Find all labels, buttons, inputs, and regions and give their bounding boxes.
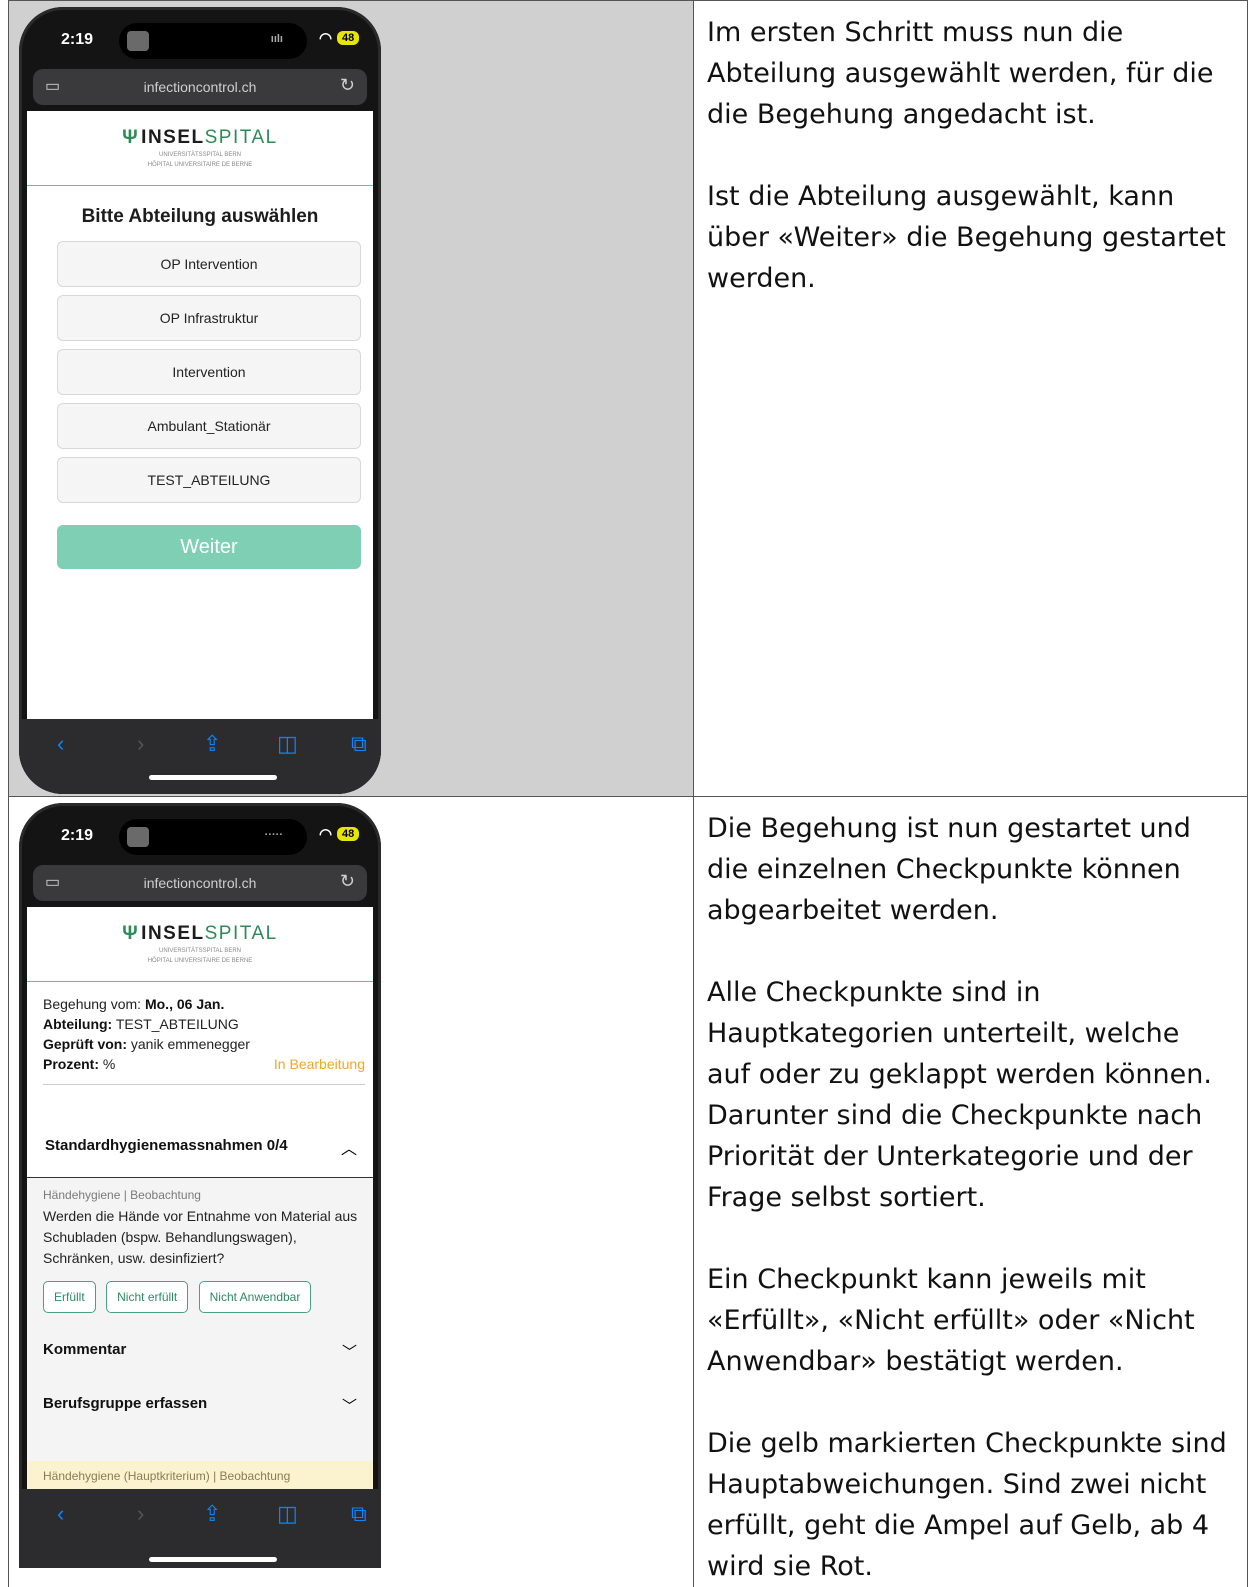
back-icon[interactable]: ‹ [57, 731, 64, 757]
share-icon[interactable]: ⇪ [203, 1501, 221, 1527]
department-option[interactable]: Intervention [57, 349, 361, 395]
page-title: Bitte Abteilung auswählen [27, 206, 373, 228]
description-paragraph: Ein Checkpunkt kann jeweils mit «Erfüllt… [694, 1259, 1247, 1382]
begehung-label: Begehung vom: [43, 996, 141, 1012]
web-page: ΨINSELSPITAL UNIVERSITÄTSSPITAL BERN HÔP… [27, 907, 373, 1568]
department-option[interactable]: Ambulant_Stationär [57, 403, 361, 449]
nicht-anwendbar-button[interactable]: Nicht Anwendbar [199, 1281, 312, 1313]
checkpoint-category: Händehygiene | Beobachtung [43, 1188, 363, 1202]
forward-icon[interactable]: › [137, 1501, 144, 1527]
address-bar[interactable]: ▭ infectioncontrol.ch ↻ [33, 69, 367, 105]
insel-logo-icon: Ψ [122, 127, 139, 148]
status-time: 2:19 [61, 31, 93, 49]
spacer [27, 1435, 373, 1461]
chevron-down-icon[interactable]: ﹀ [342, 1395, 357, 1416]
url-text: infectioncontrol.ch [33, 875, 367, 891]
logo-name-b: SPITAL [205, 923, 278, 944]
status-badge: In Bearbeitung [274, 1054, 365, 1074]
address-bar[interactable]: ▭ infectioncontrol.ch ↻ [33, 865, 367, 901]
kommentar-label: Kommentar [43, 1341, 126, 1358]
checkpoint-card: Händehygiene | Beobachtung Werden die Hä… [27, 1178, 373, 1327]
table-row: 2:19 ····· ◠ 48 ▭ infectioncontrol.ch ↻ … [9, 797, 1248, 1587]
bookmarks-icon[interactable]: ◫ [277, 1501, 298, 1527]
status-bar: 2:19 ıılı ◠ 48 [19, 7, 381, 69]
description-paragraph: Ist die Abteilung ausgewählt, kann über … [694, 176, 1247, 299]
bookmarks-icon[interactable]: ◫ [277, 731, 298, 757]
phone-screenshot: 2:19 ıılı ◠ 48 ▭ infectioncontrol.ch ↻ Ψ… [19, 7, 381, 794]
home-indicator [149, 1557, 277, 1562]
logo-name-a: INSEL [141, 127, 204, 148]
logo-subtitle-2: HÔPITAL UNIVERSITAIRE DE BERNE [27, 162, 373, 169]
prozent-value: % [103, 1056, 115, 1072]
battery-indicator: 48 [337, 31, 359, 45]
department-option[interactable]: OP Infrastruktur [57, 295, 361, 341]
status-bar: 2:19 ····· ◠ 48 [19, 803, 381, 865]
department-option[interactable]: TEST_ABTEILUNG [57, 457, 361, 503]
logo-subtitle-1: UNIVERSITÄTSSPITAL BERN [27, 152, 373, 159]
chevron-down-icon[interactable]: ﹀ [342, 1341, 357, 1362]
phone-screenshot: 2:19 ····· ◠ 48 ▭ infectioncontrol.ch ↻ … [19, 803, 381, 1568]
kommentar-toggle[interactable]: Kommentar ﹀ [27, 1327, 373, 1381]
back-icon[interactable]: ‹ [57, 1501, 64, 1527]
dynamic-island: ıılı [119, 23, 307, 59]
instruction-table: 2:19 ıılı ◠ 48 ▭ infectioncontrol.ch ↻ Ψ… [8, 0, 1248, 1587]
logo-subtitle-1: UNIVERSITÄTSSPITAL BERN [27, 948, 373, 955]
department-option[interactable]: OP Intervention [57, 241, 361, 287]
description-paragraph: Alle Checkpunkte sind in Hauptkategorien… [694, 972, 1247, 1218]
inspection-info: Begehung vom: Mo., 06 Jan. Abteilung: TE… [27, 982, 373, 1074]
battery-indicator: 48 [337, 827, 359, 841]
logo-name-b: SPITAL [205, 127, 278, 148]
abteilung-label: Abteilung: [43, 1016, 112, 1032]
wifi-icon: ◠ [319, 29, 332, 47]
audio-bars-icon: ····· [265, 829, 283, 841]
url-text: infectioncontrol.ch [33, 79, 367, 95]
screenshot-cell: 2:19 ····· ◠ 48 ▭ infectioncontrol.ch ↻ … [9, 797, 694, 1587]
description-paragraph: Die gelb markierten Checkpunkte sind Hau… [694, 1423, 1247, 1587]
erfuellt-button[interactable]: Erfüllt [43, 1281, 96, 1313]
geprueft-value: yanik emmenegger [131, 1036, 250, 1052]
weiter-button[interactable]: Weiter [57, 525, 361, 569]
share-icon[interactable]: ⇪ [203, 731, 221, 757]
wifi-icon: ◠ [319, 825, 332, 843]
nicht-erfuellt-button[interactable]: Nicht erfüllt [106, 1281, 188, 1313]
description-cell: Die Begehung ist nun gestartet und die e… [694, 797, 1248, 1587]
abteilung-value: TEST_ABTEILUNG [116, 1016, 239, 1032]
status-time: 2:19 [61, 827, 93, 845]
media-thumbnail-icon [127, 827, 149, 847]
reload-icon[interactable]: ↻ [340, 871, 355, 892]
insel-logo-icon: Ψ [122, 923, 139, 944]
chevron-up-icon[interactable]: ︿ [341, 1135, 357, 1159]
audio-bars-icon: ıılı [271, 33, 283, 45]
checkpoint-question: Werden die Hände vor Entnahme von Materi… [43, 1206, 363, 1269]
prozent-label: Prozent: [43, 1056, 99, 1072]
divider [43, 1084, 365, 1085]
tabs-icon[interactable]: ⧉ [351, 1501, 367, 1527]
web-page: ΨINSELSPITAL UNIVERSITÄTSSPITAL BERN HÔP… [27, 111, 373, 719]
dynamic-island: ····· [119, 819, 307, 855]
category-header[interactable]: Standardhygienemassnahmen 0/4 ︿ [27, 1115, 373, 1178]
logo: ΨINSELSPITAL UNIVERSITÄTSSPITAL BERN HÔP… [27, 111, 373, 186]
media-thumbnail-icon [127, 31, 149, 51]
home-indicator [149, 775, 277, 780]
logo-name-a: INSEL [141, 923, 204, 944]
berufsgruppe-label: Berufsgruppe erfassen [43, 1395, 207, 1412]
category-title: Standardhygienemassnahmen 0/4 [45, 1137, 288, 1154]
table-row: 2:19 ıılı ◠ 48 ▭ infectioncontrol.ch ↻ Ψ… [9, 1, 1248, 797]
logo-subtitle-2: HÔPITAL UNIVERSITAIRE DE BERNE [27, 958, 373, 965]
logo: ΨINSELSPITAL UNIVERSITÄTSSPITAL BERN HÔP… [27, 907, 373, 982]
description-paragraph: Die Begehung ist nun gestartet und die e… [694, 808, 1247, 931]
browser-toolbar: ‹ › ⇪ ◫ ⧉ [19, 719, 381, 794]
description-paragraph: Im ersten Schritt muss nun die Abteilung… [694, 12, 1247, 135]
forward-icon[interactable]: › [137, 731, 144, 757]
description-cell: Im ersten Schritt muss nun die Abteilung… [694, 1, 1248, 797]
begehung-date: Mo., 06 Jan. [145, 996, 224, 1012]
screenshot-cell: 2:19 ıılı ◠ 48 ▭ infectioncontrol.ch ↻ Ψ… [9, 1, 694, 797]
tabs-icon[interactable]: ⧉ [351, 731, 367, 757]
berufsgruppe-toggle[interactable]: Berufsgruppe erfassen ﹀ [27, 1381, 373, 1435]
reload-icon[interactable]: ↻ [340, 75, 355, 96]
geprueft-label: Geprüft von: [43, 1036, 127, 1052]
